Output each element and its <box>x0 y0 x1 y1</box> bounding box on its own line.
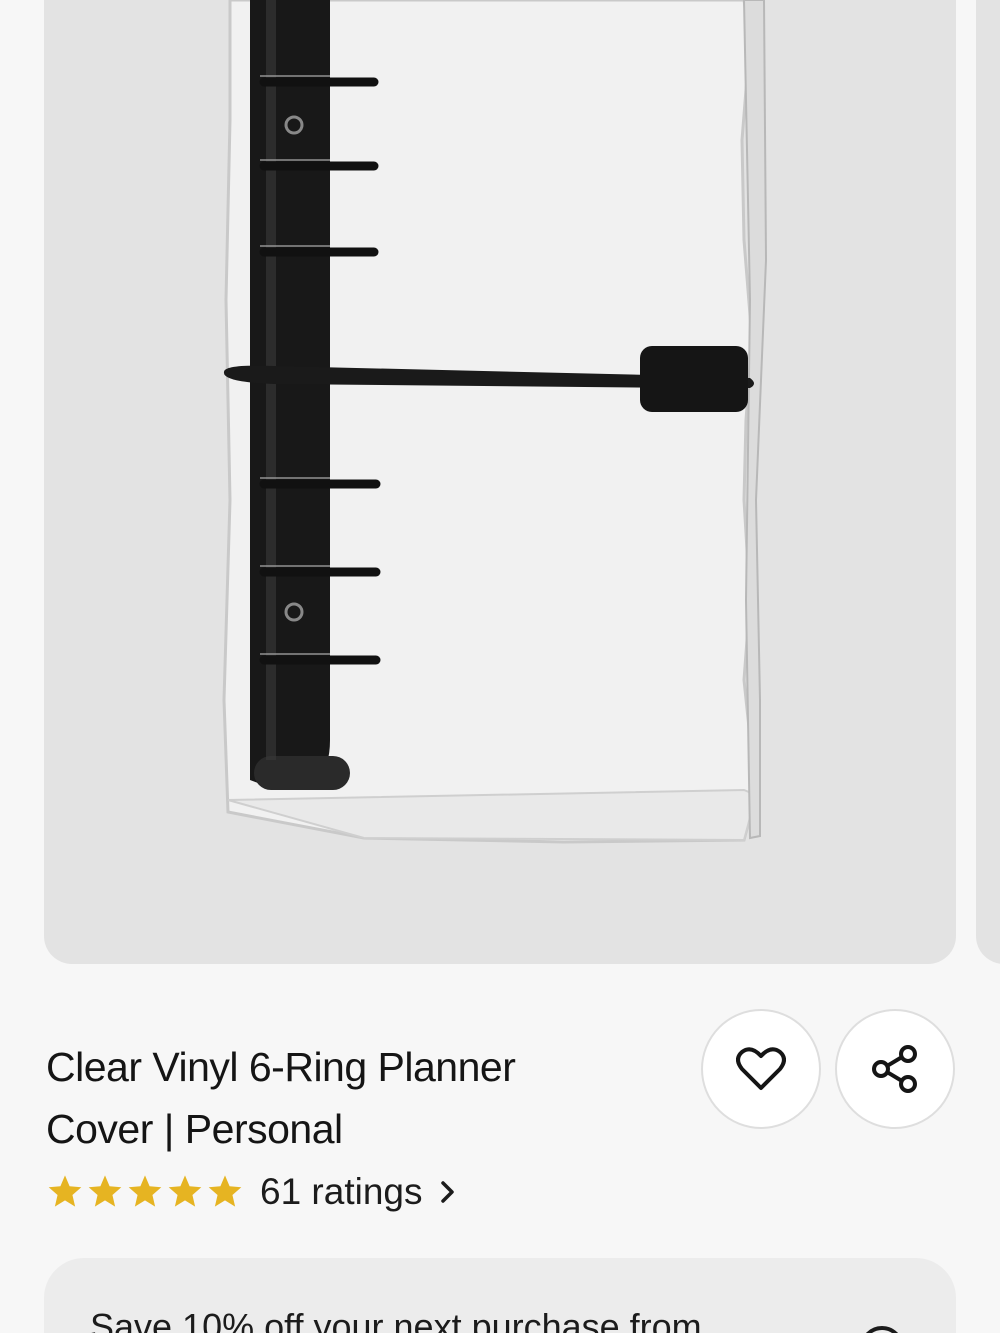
share-icon <box>872 1045 917 1093</box>
image-carousel[interactable] <box>0 0 1000 964</box>
ratings-count: 61 ratings <box>260 1171 423 1212</box>
product-title: Clear Vinyl 6-Ring Planner Cover | Perso… <box>46 1036 666 1160</box>
heart-icon <box>736 1047 786 1090</box>
info-icon <box>860 1326 904 1333</box>
planner-cover-image <box>222 0 768 844</box>
next-image-peek[interactable] <box>976 0 1000 964</box>
star-rating <box>46 1173 244 1211</box>
product-title-line2: Cover | Personal <box>46 1106 343 1152</box>
product-image[interactable] <box>44 0 956 964</box>
star-icon <box>88 1175 122 1207</box>
promo-card[interactable]: Save 10% off your next purchase from <box>44 1258 956 1333</box>
ratings-link[interactable]: 61 ratings <box>46 1166 457 1218</box>
star-icon <box>208 1175 242 1207</box>
chevron-right-icon <box>440 1181 454 1203</box>
star-icon <box>48 1175 82 1207</box>
favorite-button[interactable] <box>701 1009 821 1129</box>
promo-text: Save 10% off your next purchase from <box>90 1306 702 1333</box>
product-page: Clear Vinyl 6-Ring Planner Cover | Perso… <box>0 0 1000 1333</box>
share-button[interactable] <box>835 1009 955 1129</box>
star-icon <box>168 1175 202 1207</box>
product-title-line1: Clear Vinyl 6-Ring Planner <box>46 1044 516 1090</box>
star-icon <box>128 1175 162 1207</box>
